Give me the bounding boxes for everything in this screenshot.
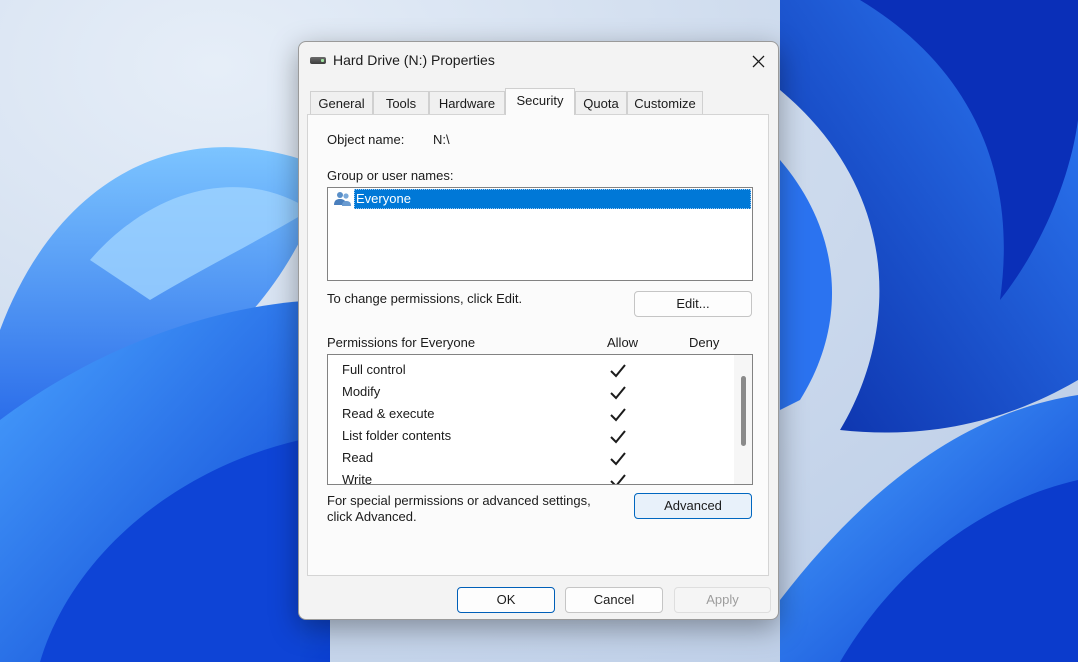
permission-row: Full control [328,359,732,381]
deny-header: Deny [689,335,720,350]
user-list[interactable]: Everyone [327,187,753,281]
edit-button[interactable]: Edit... [634,291,752,317]
permission-row: Modify [328,381,732,403]
apply-button[interactable]: Apply [674,587,771,613]
tab-customize[interactable]: Customize [627,91,703,114]
tab-security[interactable]: Security [505,88,575,115]
checkmark-icon [610,430,626,444]
permission-row: Write [328,469,732,485]
permission-name: Write [342,472,373,485]
permissions-scrollbar[interactable] [734,355,752,484]
permission-name: Full control [342,362,406,377]
close-button[interactable] [742,46,774,76]
checkmark-icon [610,364,626,378]
permissions-for-label: Permissions for Everyone [327,335,476,350]
permission-row: Read [328,447,732,469]
permission-name: Modify [342,384,381,399]
drive-icon [310,57,326,64]
users-icon [334,192,351,206]
tab-general[interactable]: General [310,91,373,114]
checkmark-icon [610,386,626,400]
title-bar[interactable]: Hard Drive (N:) Properties [299,42,778,80]
permission-name: Read [342,450,374,465]
object-name-label: Object name: [327,132,405,147]
tab-tools[interactable]: Tools [373,91,429,114]
advanced-button[interactable]: Advanced [634,493,752,519]
special-permissions-text-line1: For special permissions or advanced sett… [327,493,591,508]
dialog-title: Hard Drive (N:) Properties [333,52,495,68]
permission-row: Read & execute [328,403,732,425]
change-permissions-text: To change permissions, click Edit. [327,291,523,306]
checkmark-icon [610,452,626,466]
tab-quota[interactable]: Quota [575,91,627,114]
list-item-everyone[interactable]: Everyone [329,189,751,209]
security-panel: Object name: N:\ Group or user names: Ev… [307,114,769,576]
user-name: Everyone [354,189,751,209]
permission-name: Read & execute [342,406,435,421]
checkmark-icon [610,408,626,422]
close-icon [752,55,764,67]
allow-header: Allow [607,335,639,350]
scroll-thumb[interactable] [741,376,746,446]
cancel-button[interactable]: Cancel [565,587,663,613]
permissions-list[interactable]: Full control Modify Read & execute List … [327,354,753,485]
ok-button[interactable]: OK [457,587,555,613]
checkmark-icon [610,474,626,484]
tab-hardware[interactable]: Hardware [429,91,505,114]
special-permissions-text-line2: click Advanced. [327,509,417,524]
properties-dialog: Hard Drive (N:) Properties General Tools… [298,41,779,620]
permission-row: List folder contents [328,425,732,447]
object-name-value: N:\ [433,132,450,147]
group-user-label: Group or user names: [327,168,454,183]
permission-name: List folder contents [342,428,452,443]
